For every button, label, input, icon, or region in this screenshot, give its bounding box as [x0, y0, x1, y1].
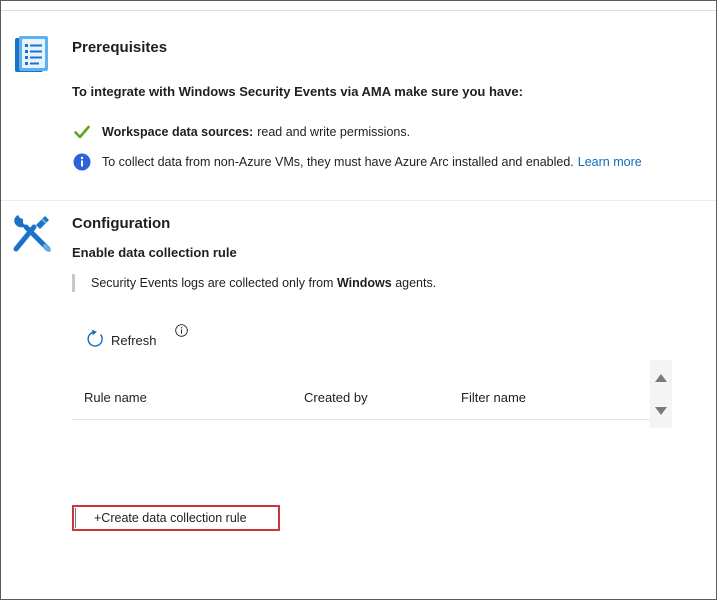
column-header-created-by[interactable]: Created by [304, 390, 368, 405]
column-header-rule-name[interactable]: Rule name [84, 390, 147, 405]
learn-more-link[interactable]: Learn more [578, 155, 642, 169]
data-collection-rules-table: Rule name Created by Filter name [72, 360, 672, 428]
section-divider [1, 200, 716, 201]
check-icon [74, 125, 90, 139]
requirement-item: Workspace data sources: read and write p… [72, 124, 410, 140]
note-prefix: Security Events logs are collected only … [91, 276, 334, 290]
info-outline-icon[interactable] [175, 324, 188, 337]
checklist-icon [15, 36, 48, 72]
table-header: Rule name Created by Filter name [72, 360, 650, 420]
button-left-edge [75, 508, 76, 528]
scroll-up-arrow-icon[interactable] [654, 373, 668, 383]
table-scrollbar[interactable] [650, 360, 672, 428]
refresh-label: Refresh [111, 333, 157, 348]
create-button-label: +Create data collection rule [94, 511, 247, 525]
configuration-subtitle: Enable data collection rule [72, 245, 237, 260]
refresh-icon [87, 329, 103, 347]
requirement-bold-label: Workspace data sources: [102, 125, 254, 139]
prerequisites-intro: To integrate with Windows Security Event… [72, 84, 523, 99]
info-icon [73, 153, 91, 171]
configuration-title: Configuration [72, 215, 171, 232]
top-divider [1, 10, 716, 11]
requirement-text: To collect data from non-Azure VMs, they… [102, 155, 574, 169]
wrench-screwdriver-icon [13, 215, 51, 252]
column-header-filter-name[interactable]: Filter name [461, 390, 526, 405]
prerequisites-title: Prerequisites [72, 39, 168, 56]
windows-agents-note: Security Events logs are collected only … [72, 274, 436, 292]
refresh-button[interactable]: Refresh [86, 329, 157, 348]
create-data-collection-rule-button[interactable]: +Create data collection rule [72, 505, 280, 531]
note-bold: Windows [336, 276, 392, 290]
requirement-item: To collect data from non-Azure VMs, they… [72, 153, 642, 171]
scroll-down-arrow-icon[interactable] [654, 406, 668, 416]
note-suffix: agents. [395, 276, 437, 290]
requirement-text: read and write permissions. [257, 125, 411, 139]
